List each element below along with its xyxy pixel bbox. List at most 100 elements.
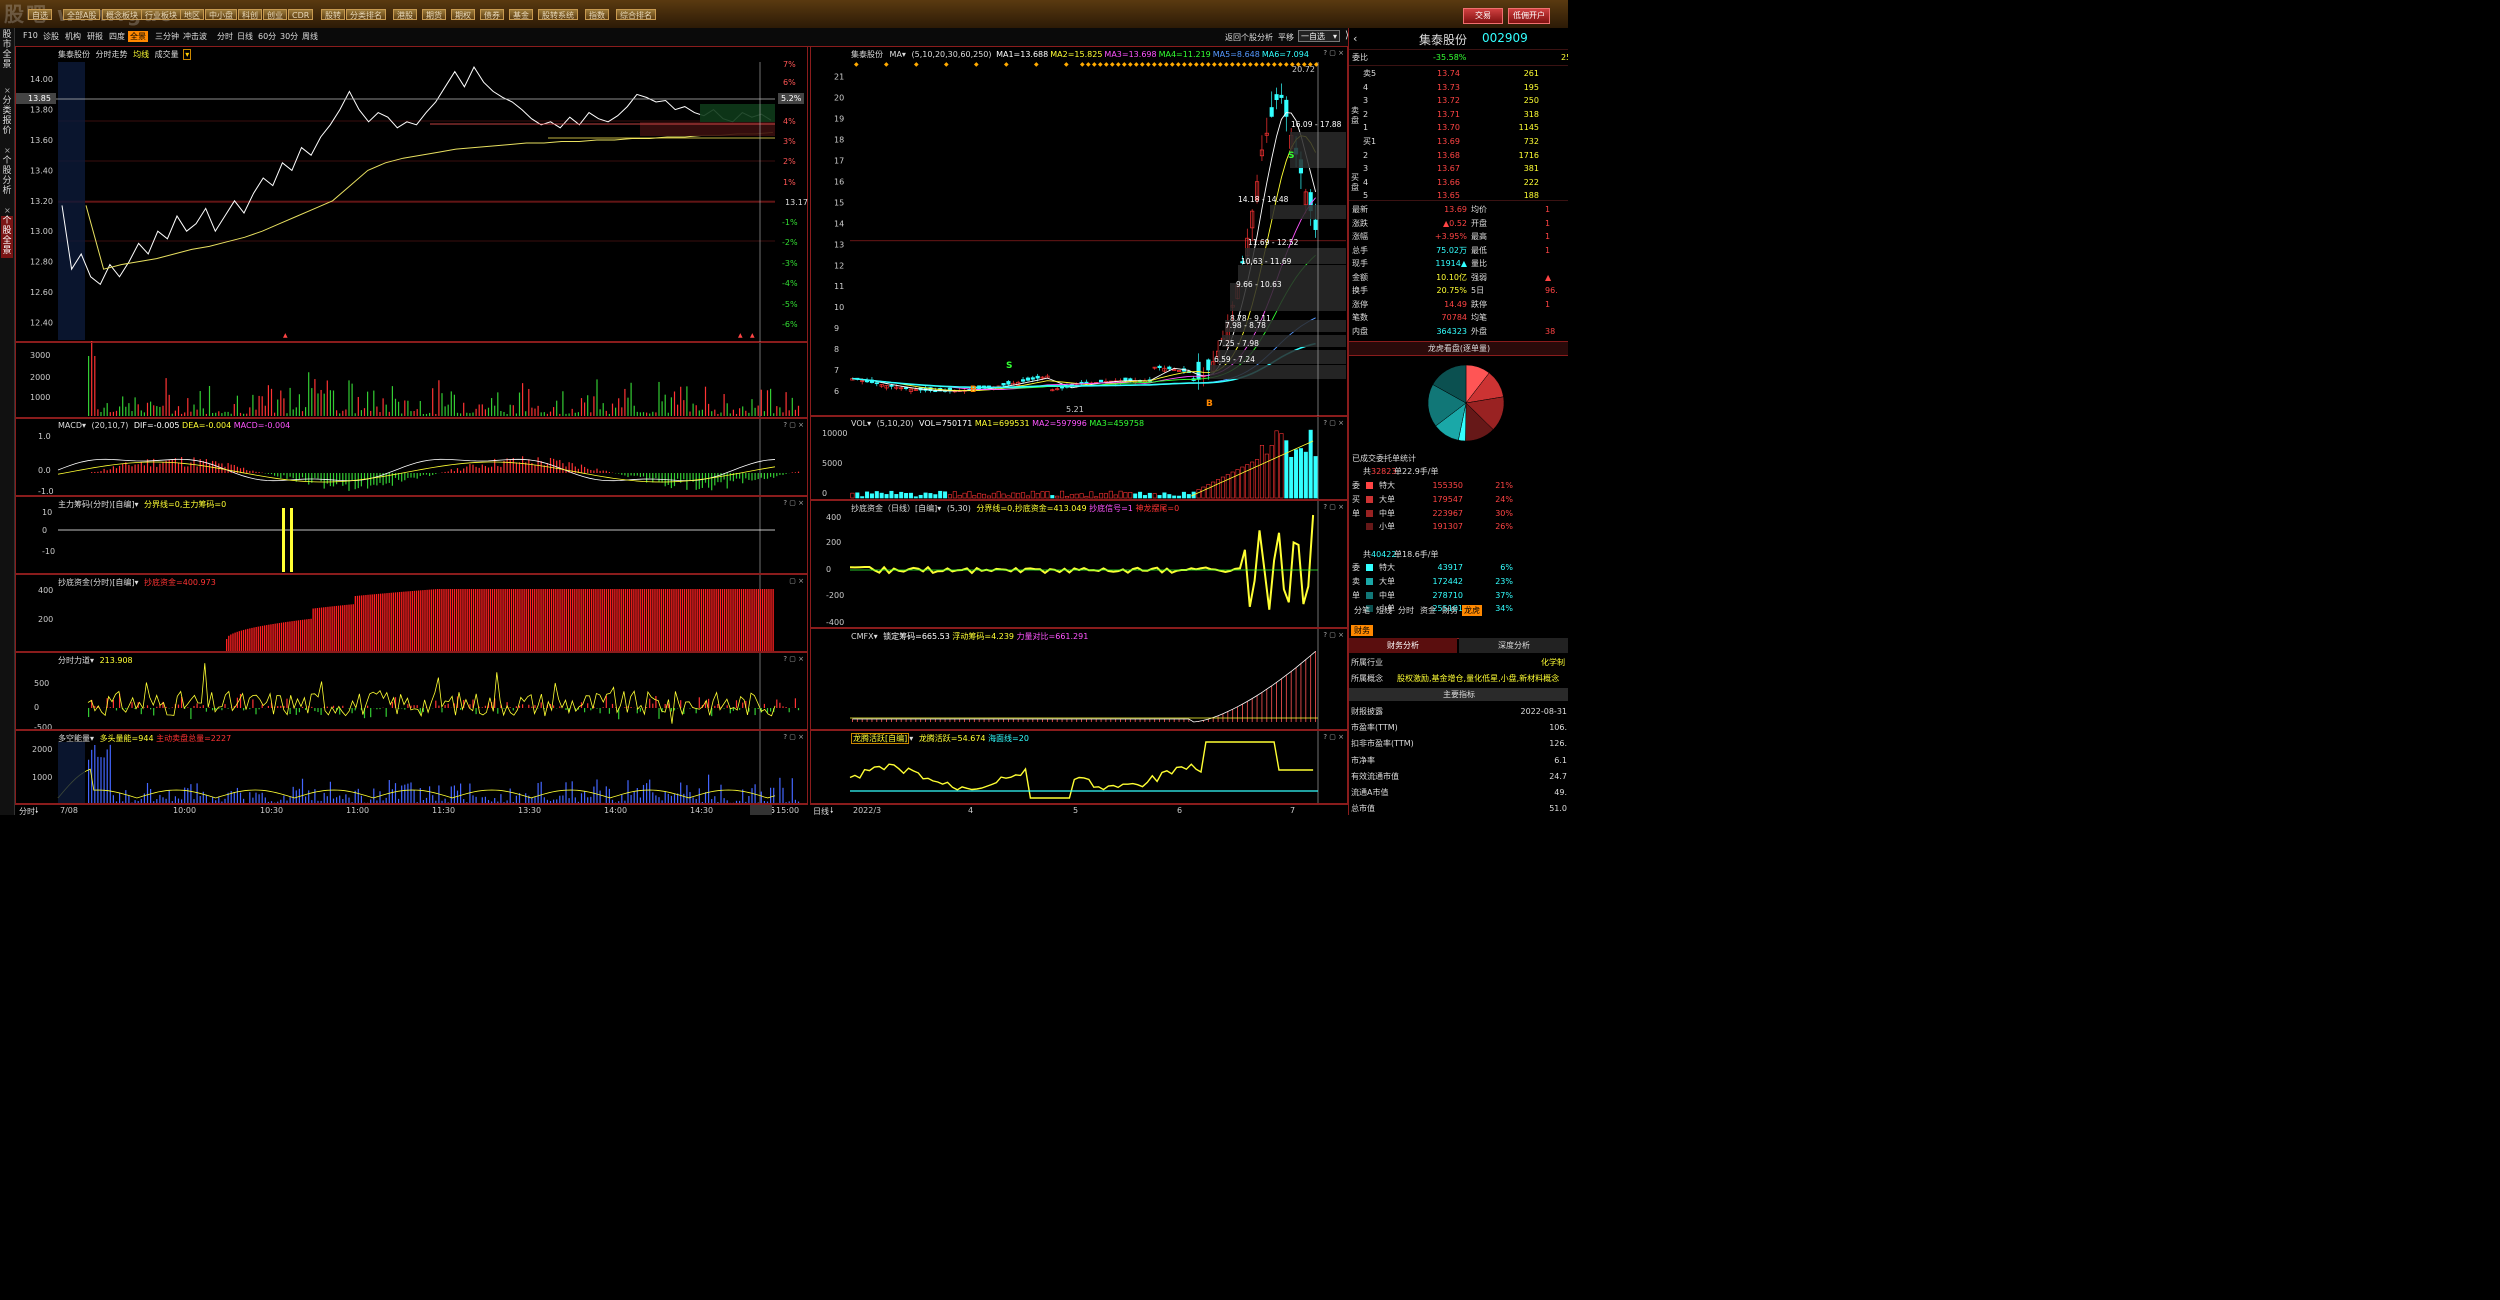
order-label: 3 xyxy=(1363,96,1369,105)
pane-controls[interactable]: ? ▢ × xyxy=(783,499,804,507)
tab-category-quote[interactable]: 分类报价 xyxy=(1,96,13,138)
top-menu-item[interactable]: 全部A股 xyxy=(63,9,101,20)
summary-suffix: 单22.9手/单 xyxy=(1394,467,1439,476)
daily-kline-chart[interactable]: 集泰股份 MA▾ (5,10,20,30,60,250) MA1=13.688 M… xyxy=(810,46,1348,416)
entrust-kind: 特大 xyxy=(1379,563,1395,572)
close-icon[interactable]: × xyxy=(4,86,11,95)
top-menu-item[interactable]: CDR xyxy=(288,9,314,20)
top-menu-item[interactable]: 综合排名 xyxy=(616,9,656,20)
top-menu-item[interactable]: 科创 xyxy=(238,9,262,20)
bottom-tab[interactable]: 资金 xyxy=(1418,605,1438,616)
top-menu-item[interactable]: 基金 xyxy=(509,9,533,20)
order-volume: 250 xyxy=(1523,96,1539,105)
bottom-tab[interactable]: 分笔 xyxy=(1352,605,1372,616)
top-menu-item[interactable]: 债券 xyxy=(480,9,504,20)
close-icon[interactable]: × xyxy=(4,146,11,155)
top-menu-item[interactable]: 行业板块 xyxy=(141,9,181,20)
stat-label: 涨停 xyxy=(1352,299,1368,309)
tab-stock-analysis[interactable]: 个股分析 xyxy=(1,156,13,198)
bottom-tab[interactable]: 短线 xyxy=(1374,605,1394,616)
daily-title: 集泰股份 MA▾ (5,10,20,30,60,250) MA1=13.688 M… xyxy=(851,50,1309,59)
intraday-mode-label[interactable]: 分时 xyxy=(19,806,35,815)
watchlist-select[interactable]: 一自选 ▾ xyxy=(1298,30,1340,42)
nav-tab[interactable]: 诊股 xyxy=(41,31,61,42)
tab-stock-panorama[interactable]: 个股全景 xyxy=(1,216,13,258)
nav-tab[interactable]: F10 xyxy=(21,31,40,40)
top-menu-item[interactable]: 分类排名 xyxy=(346,9,386,20)
tab-finance-analysis[interactable]: 财务分析 xyxy=(1349,638,1457,653)
nav-tab[interactable]: 日线 xyxy=(235,31,255,42)
tab-deep-analysis[interactable]: 深度分析 xyxy=(1459,638,1568,653)
entrust-volume: 155350 xyxy=(1432,481,1463,490)
tab-finance[interactable]: 财务 xyxy=(1351,625,1373,636)
entrust-pct: 6% xyxy=(1500,563,1513,572)
intraday-chart[interactable]: 集泰股份 分时走势 均线 成交量 ▾ 13.17 xyxy=(15,46,808,342)
bottom-tab[interactable]: 分时 xyxy=(1396,605,1416,616)
pane-controls[interactable]: ? ▢ × xyxy=(1323,49,1344,57)
order-price: 13.73 xyxy=(1437,82,1460,92)
pane-controls[interactable]: ? ▢ × xyxy=(783,655,804,663)
nav-tab[interactable]: 机构 xyxy=(63,31,83,42)
watchlist-select-value: 一自选 xyxy=(1301,32,1325,41)
nav-bar: F10 诊股 机构 研报 四度 全景 三分钟 冲击波 分时 日线 60分 30分 周线 返回个股分析 平… xyxy=(15,28,1352,47)
pane-controls[interactable]: ? ▢ × xyxy=(783,421,804,429)
metric-row: 总市值 51.0 xyxy=(1349,802,1568,815)
nav-tab[interactable]: 60分 xyxy=(256,31,278,42)
entrust-kind: 特大 xyxy=(1379,481,1395,490)
pane-controls[interactable]: ? ▢ × xyxy=(783,733,804,741)
order-row: 卖5 13.74 261 xyxy=(1349,67,1568,80)
close-icon[interactable]: × xyxy=(4,206,11,215)
macd-title: MACD▾ (20,10,7) DIF=-0.005 DEA=-0.004 MA… xyxy=(58,421,291,430)
top-menu-item[interactable]: 创业 xyxy=(263,9,287,20)
nav-tab[interactable]: 四度 xyxy=(107,31,127,42)
cmfx-title: CMFX▾ 锁定筹码=665.53 浮动筹码=4.239 力量对比=661.29… xyxy=(851,632,1089,641)
top-menu-item[interactable]: 指数 xyxy=(585,9,609,20)
top-menu-item[interactable]: 股转 xyxy=(321,9,345,20)
stat-row: 金额 10.10亿 强弱 ▲ xyxy=(1349,271,1568,284)
order-flow-pie xyxy=(1427,364,1505,442)
intraday-time-axis: 分时 🠗 xyxy=(15,804,808,815)
nav-tab[interactable]: 30分 xyxy=(278,31,300,42)
nav-tab[interactable]: 分时 xyxy=(215,31,235,42)
pane-controls[interactable]: ? ▢ × xyxy=(1323,733,1344,741)
long-short-title: 多空能量▾ 多头量能=944 主动卖盘总量=2227 xyxy=(58,734,232,743)
open-account-button[interactable]: 低佣开户 xyxy=(1508,8,1550,24)
top-menu-item[interactable]: 概念板块 xyxy=(102,9,142,20)
bottom-tab[interactable]: 龙虎 xyxy=(1462,605,1482,616)
dropdown-icon[interactable]: ▾ xyxy=(183,49,192,60)
top-menu-item[interactable]: 期货 xyxy=(422,9,446,20)
nav-back-button[interactable]: 返回个股分析 xyxy=(1225,32,1273,43)
pane-controls[interactable]: ? ▢ × xyxy=(1323,631,1344,639)
nav-tab[interactable]: 周线 xyxy=(300,31,320,42)
bottom-tab[interactable]: 财务 xyxy=(1440,605,1460,616)
top-menu-item[interactable]: 期权 xyxy=(451,9,475,20)
back-arrow-icon[interactable]: ‹ xyxy=(1353,32,1357,45)
top-menu-item[interactable]: 自选 xyxy=(28,9,52,20)
nav-tab[interactable]: 三分钟 xyxy=(153,31,181,42)
top-menu-item[interactable]: 地区 xyxy=(180,9,204,20)
main-chip-pane: 主力筹码(分时)[自编]▾ 分界线=0,主力筹码=0 ? ▢ × xyxy=(15,496,808,574)
tab-market-overview[interactable]: 股市全景 xyxy=(1,30,13,70)
pane-controls[interactable]: ▢ × xyxy=(789,577,804,585)
summary-count: 32823 xyxy=(1371,467,1397,476)
nav-tab[interactable]: 全景 xyxy=(128,31,148,42)
fin-subtabs: 财务分析 深度分析 xyxy=(1349,638,1568,653)
nav-pan-button[interactable]: 平移 xyxy=(1278,32,1294,43)
top-menu-item[interactable]: 中小盘 xyxy=(205,9,237,20)
metric-row: 市盈率(TTM) 106. xyxy=(1349,721,1568,734)
pane-controls[interactable]: ? ▢ × xyxy=(1323,419,1344,427)
nav-tab[interactable]: 研报 xyxy=(85,31,105,42)
top-menu-item[interactable]: 股转系统 xyxy=(538,9,578,20)
nav-tab[interactable]: 冲击波 xyxy=(181,31,209,42)
pane-controls[interactable]: ? ▢ × xyxy=(1323,503,1344,511)
legend-swatch xyxy=(1366,577,1373,585)
stat-row: 最新 13.69 均价 1 xyxy=(1349,203,1568,216)
entrust-row: 买 大单 179547 24% xyxy=(1349,493,1568,506)
stat-value: 1 xyxy=(1545,232,1551,241)
top-menu-item[interactable]: 港股 xyxy=(393,9,417,20)
stat-label: 内盘 xyxy=(1352,326,1368,336)
stat-row: 换手 20.75% 5日 96. xyxy=(1349,284,1568,297)
trade-button[interactable]: 交易 xyxy=(1463,8,1503,24)
order-row: 1 13.70 1145 xyxy=(1349,121,1568,134)
daily-mode-label[interactable]: 日线 xyxy=(813,806,829,815)
